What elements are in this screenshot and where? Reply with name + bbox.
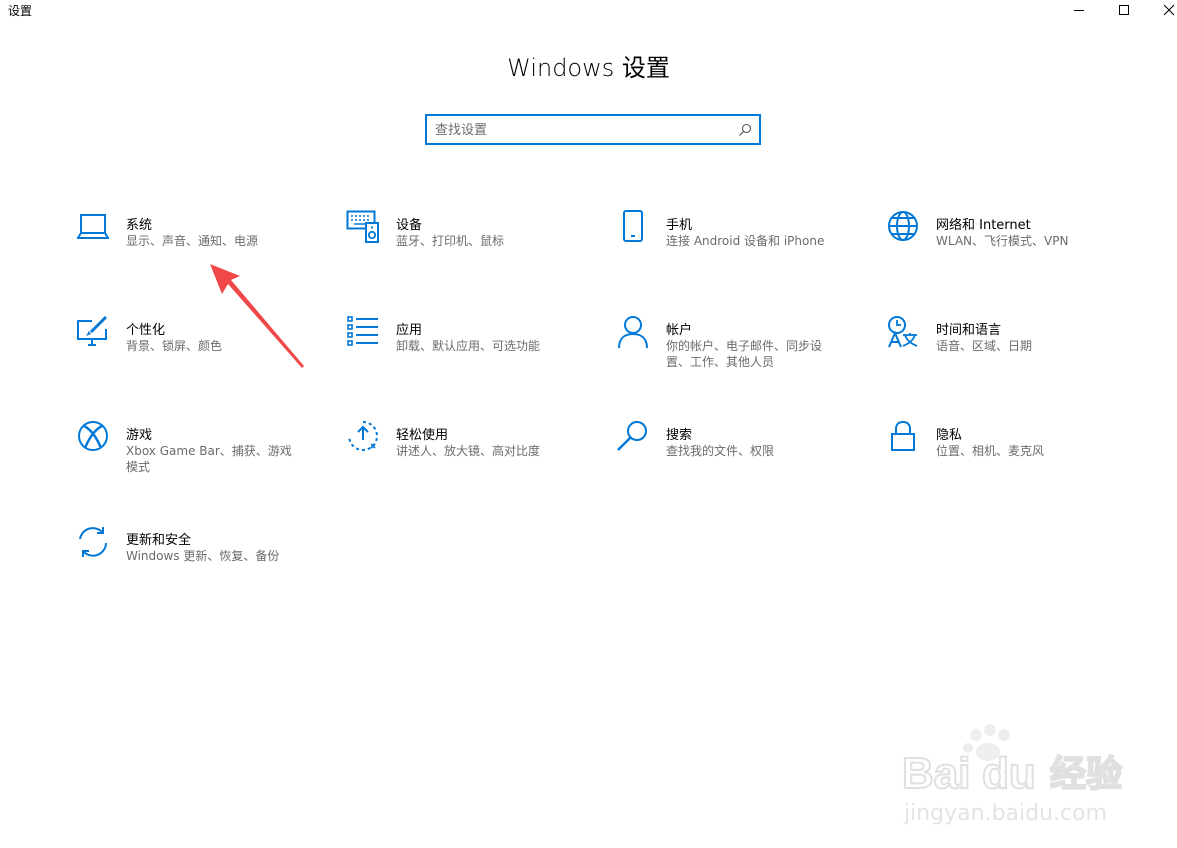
tile-description: WLAN、飞行模式、VPN — [936, 234, 1069, 248]
lock-icon — [891, 420, 915, 451]
time-language-icon — [888, 316, 918, 348]
tile-title: 网络和 Internet — [936, 218, 1031, 233]
xbox-icon — [78, 421, 108, 451]
person-icon — [618, 316, 648, 349]
tile-title: 隐私 — [936, 428, 963, 443]
svg-text:du: du — [982, 749, 1036, 798]
tile-description: 你的帐户、电子邮件、同步设置、工作、其他人员 — [666, 339, 823, 369]
tile-title: 游戏 — [126, 428, 153, 443]
app-list-icon — [347, 316, 378, 346]
ease-of-access-icon — [348, 421, 378, 451]
tile-apps[interactable]: 应用 卸载、默认应用、可选功能 — [346, 315, 586, 395]
tile-title: 轻松使用 — [396, 428, 449, 443]
phone-icon — [623, 210, 643, 242]
minimize-icon — [1074, 10, 1084, 11]
close-icon — [1163, 4, 1175, 16]
tile-title: 时间和语言 — [936, 323, 1002, 338]
maximize-icon — [1119, 5, 1129, 15]
keyboard-speaker-icon — [346, 210, 379, 243]
tile-title: 搜索 — [666, 428, 693, 443]
search-icon[interactable] — [738, 123, 752, 137]
tile-description: 语音、区域、日期 — [936, 339, 1033, 353]
maximize-button[interactable] — [1101, 0, 1147, 20]
tile-description: 显示、声音、通知、电源 — [126, 234, 259, 248]
svg-text:jingyan.baidu.com: jingyan.baidu.com — [903, 801, 1107, 826]
tile-description: 连接 Android 设备和 iPhone — [666, 234, 825, 248]
svg-text:经验: 经验 — [1050, 754, 1122, 795]
search-box[interactable] — [425, 114, 761, 145]
svg-text:Bai: Bai — [902, 749, 970, 798]
tile-title: 帐户 — [666, 323, 693, 338]
tile-time-language[interactable]: 时间和语言 语音、区域、日期 — [886, 315, 1126, 395]
tile-description: 卸载、默认应用、可选功能 — [396, 339, 541, 353]
tile-privacy[interactable]: 隐私 位置、相机、麦克风 — [886, 420, 1126, 500]
page-title: Windows 设置 — [507, 54, 670, 82]
tile-phone[interactable]: 手机 连接 Android 设备和 iPhone — [616, 210, 856, 290]
tile-search[interactable]: 搜索 查找我的文件、权限 — [616, 420, 856, 500]
globe-icon — [888, 211, 918, 241]
search-icon — [617, 421, 647, 451]
tile-devices[interactable]: 设备 蓝牙、打印机、鼠标 — [346, 210, 586, 290]
tile-ease-of-access[interactable]: 轻松使用 讲述人、放大镜、高对比度 — [346, 420, 586, 500]
laptop-icon — [77, 214, 109, 239]
annotation-arrow — [210, 264, 304, 368]
tile-title: 更新和安全 — [126, 533, 192, 548]
tile-title: 应用 — [396, 323, 423, 338]
watermark: Bai du 经验 jingyan.baidu.com — [900, 720, 1130, 830]
tile-title: 个性化 — [126, 323, 166, 338]
tile-accounts[interactable]: 帐户 你的帐户、电子邮件、同步设置、工作、其他人员 — [616, 315, 856, 395]
tile-description: 查找我的文件、权限 — [666, 444, 775, 458]
tile-title: 系统 — [126, 218, 153, 233]
tile-gaming[interactable]: 游戏 Xbox Game Bar、捕获、游戏模式 — [76, 420, 316, 500]
tile-description: 讲述人、放大镜、高对比度 — [396, 444, 541, 458]
tile-update-security[interactable]: 更新和安全 Windows 更新、恢复、备份 — [76, 525, 316, 605]
tile-title: 设备 — [396, 218, 423, 233]
tile-description: Windows 更新、恢复、备份 — [126, 549, 280, 563]
tile-description: 位置、相机、麦克风 — [936, 444, 1045, 458]
app-title: 设置 — [8, 4, 33, 18]
paint-monitor-icon — [77, 315, 108, 346]
tile-title: 手机 — [666, 218, 693, 233]
tile-network[interactable]: 网络和 Internet WLAN、飞行模式、VPN — [886, 210, 1126, 290]
sync-icon — [79, 527, 107, 557]
tile-description: Xbox Game Bar、捕获、游戏模式 — [126, 444, 292, 474]
title-bar: 设置 — [0, 0, 1177, 30]
close-button[interactable] — [1146, 0, 1177, 20]
minimize-button[interactable] — [1056, 0, 1102, 20]
tile-description: 蓝牙、打印机、鼠标 — [396, 234, 505, 248]
search-input[interactable] — [435, 120, 725, 140]
